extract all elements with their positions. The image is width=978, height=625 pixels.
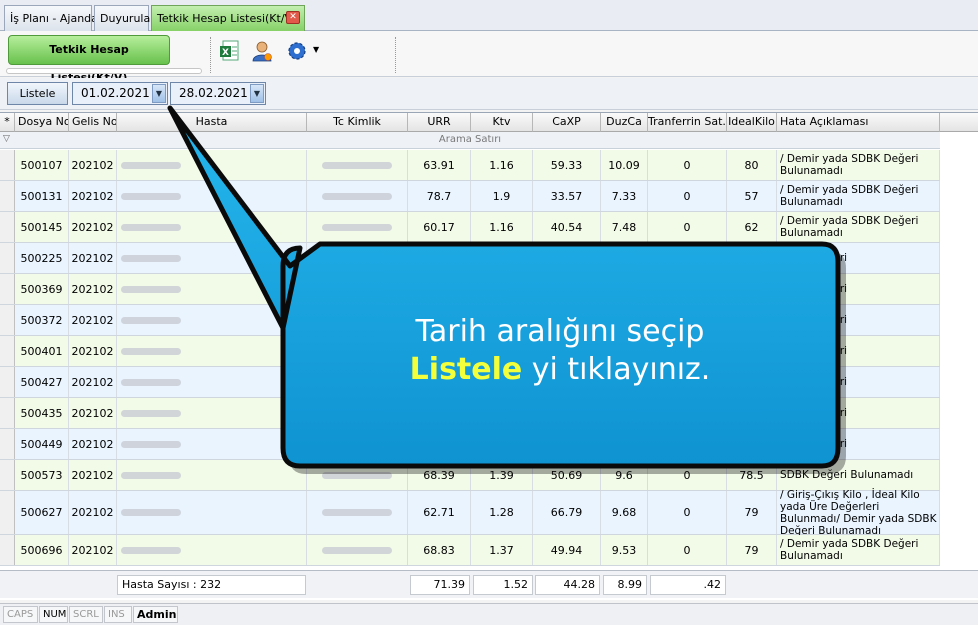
scrl-indicator: SCRL (69, 606, 103, 623)
callout-highlight: Listele (409, 352, 523, 387)
num-indicator: NUM (39, 606, 68, 623)
caps-indicator: CAPS (3, 606, 38, 623)
user-name: Admin (133, 606, 178, 623)
callout-text: Tarih aralığını seçip Listele yi tıklayı… (290, 313, 830, 389)
callout-line2-rest: yi tıklayınız. (522, 352, 711, 387)
ins-indicator: INS (104, 606, 132, 623)
callout-line2: Listele yi tıklayınız. (290, 351, 830, 389)
status-bar: CAPS NUM SCRL INS Admin (0, 603, 978, 625)
callout-line1: Tarih aralığını seçip (415, 314, 705, 349)
